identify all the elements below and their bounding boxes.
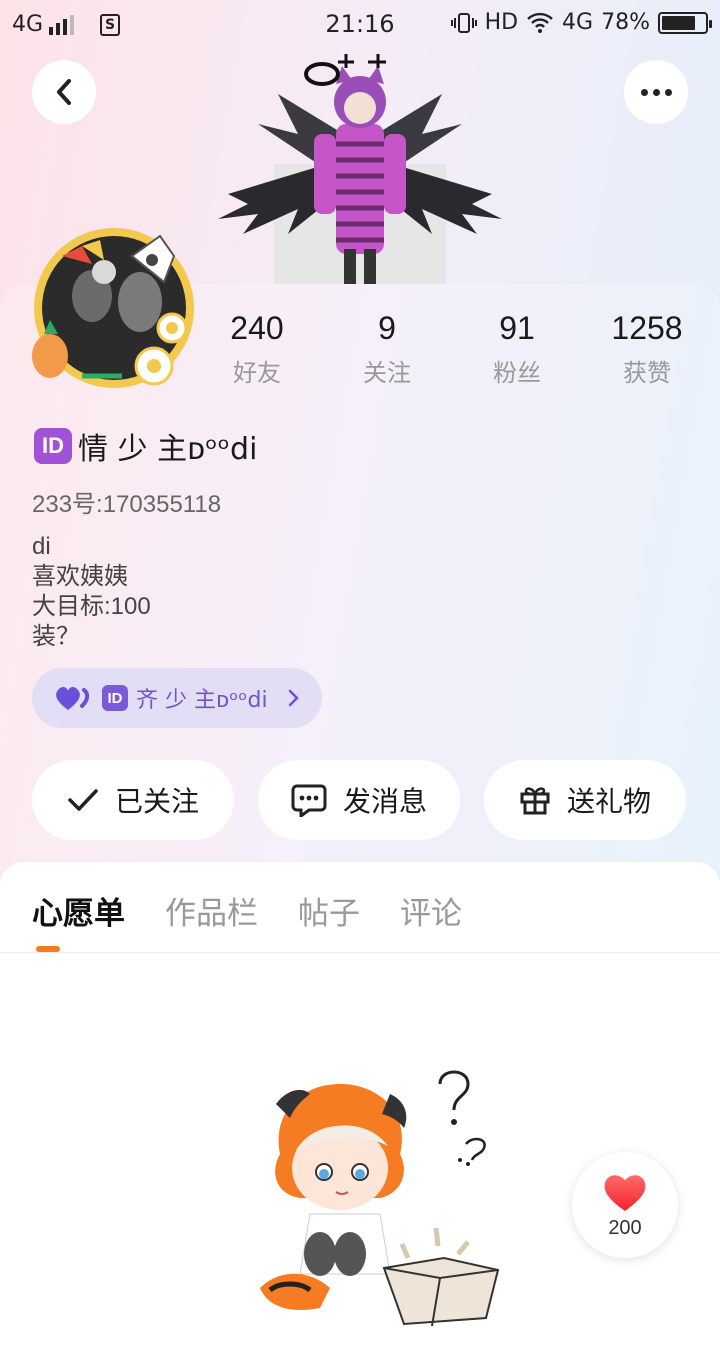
- id-badge-icon: ID: [102, 685, 128, 711]
- chevron-left-icon: [57, 79, 71, 105]
- profile-name-row: ID 情 少 主ᴅᵒᵒdi: [34, 424, 257, 468]
- stat-friends[interactable]: 240 好友: [192, 310, 322, 388]
- stat-label: 获赞: [623, 359, 671, 387]
- profile-stats: 240 好友 9 关注 91 粉丝 1258 获赞: [192, 310, 712, 388]
- more-button[interactable]: [624, 60, 688, 124]
- stat-fans[interactable]: 91 粉丝: [452, 310, 582, 388]
- tab-comments[interactable]: 评论: [400, 888, 462, 948]
- bio-line: 装？: [32, 623, 80, 650]
- message-button[interactable]: 发消息: [258, 760, 460, 840]
- stat-label: 粉丝: [493, 359, 541, 387]
- heart-icon: [604, 1174, 646, 1211]
- avatar[interactable]: [22, 216, 202, 396]
- stat-likes[interactable]: 1258 获赞: [582, 310, 712, 388]
- status-right: HD 4G 78%: [450, 10, 712, 35]
- battery-level: [662, 15, 695, 30]
- tab-divider: [0, 952, 720, 953]
- stat-value: 9: [378, 310, 396, 346]
- double-heart-icon: [56, 687, 90, 710]
- bio-line: di: [32, 533, 51, 560]
- battery-icon: [658, 11, 712, 34]
- status-bar: 4G S 21:16 HD 4G 78%: [0, 0, 720, 50]
- follow-button[interactable]: 已关注: [32, 760, 234, 840]
- tab-wishlist[interactable]: 心愿单: [32, 888, 125, 948]
- profile-bio: di 喜欢姨姨 大目标:100 装？: [32, 532, 151, 652]
- wifi-icon: [527, 12, 553, 33]
- chat-bubble-icon: [291, 784, 327, 817]
- hd-label: HD: [484, 10, 519, 35]
- more-dots-icon: [640, 88, 672, 96]
- stat-following[interactable]: 9 关注: [322, 310, 452, 388]
- gift-icon: [520, 787, 550, 815]
- gift-label: 送礼物: [566, 785, 651, 818]
- bio-line: 喜欢姨姨: [32, 563, 128, 590]
- stat-label: 关注: [363, 359, 411, 387]
- stat-value: 240: [230, 310, 284, 346]
- gift-button[interactable]: 送礼物: [484, 760, 686, 840]
- fan-chip-label: 齐 少 主ᴅᵒᵒdi: [136, 688, 268, 713]
- like-button[interactable]: 200: [572, 1152, 678, 1258]
- follow-label: 已关注: [114, 785, 199, 818]
- battery-percent: 78%: [601, 10, 650, 35]
- stat-label: 好友: [233, 359, 281, 387]
- tab-works[interactable]: 作品栏: [165, 888, 258, 948]
- chevron-right-icon: [288, 689, 299, 707]
- bio-line: 大目标:100: [32, 593, 151, 620]
- tab-posts[interactable]: 帖子: [298, 888, 360, 948]
- back-button[interactable]: [32, 60, 96, 124]
- message-label: 发消息: [342, 785, 427, 818]
- check-icon: [68, 789, 98, 811]
- stat-value: 91: [499, 310, 535, 346]
- cover-character-image: [218, 54, 502, 284]
- vibrate-icon: [450, 12, 477, 33]
- empty-state-illustration: [260, 1070, 500, 1326]
- account-id: 233号:170355118: [32, 491, 222, 518]
- id-badge-icon: ID: [34, 428, 72, 464]
- profile-tabs: 心愿单 作品栏 帖子 评论: [32, 888, 462, 948]
- fan-group-chip[interactable]: ID 齐 少 主ᴅᵒᵒdi: [32, 668, 322, 728]
- action-row: 已关注 发消息 送礼物: [32, 760, 686, 840]
- stat-value: 1258: [611, 310, 683, 346]
- network-right-label: 4G: [562, 10, 594, 35]
- like-count: 200: [608, 1216, 642, 1239]
- profile-name: 情 少 主ᴅᵒᵒdi: [78, 432, 258, 467]
